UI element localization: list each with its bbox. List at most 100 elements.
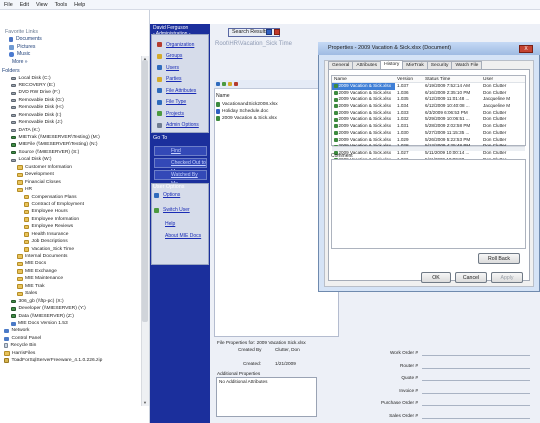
tree-item[interactable]: Employee Hours (0, 208, 149, 215)
tree-item[interactable]: Job Descriptions (0, 238, 149, 245)
scroll-up-icon[interactable]: ▲ (142, 56, 148, 62)
favorite-link[interactable]: Documents (0, 36, 149, 44)
menu-item-file[interactable]: File (4, 2, 13, 8)
more-link[interactable]: More » (0, 59, 149, 66)
file-row[interactable]: 2009 Vacation & Sick.xlsx (216, 115, 277, 121)
tree-item[interactable]: MIETrak (\\MIESERVER\Testing) (M:) (0, 134, 149, 141)
tab-general[interactable]: General (328, 61, 354, 69)
history-column-header[interactable]: Version (395, 76, 423, 82)
order-field-input[interactable] (422, 363, 530, 369)
tree-item[interactable]: MIE Maintenance (0, 275, 149, 282)
history-row[interactable]: 2009 Vacation & Sick.xlsx 1.030 5/27/2009 … (332, 130, 525, 137)
history-column-header[interactable]: Name (332, 76, 395, 82)
tree-item[interactable]: MIE Exchange (0, 268, 149, 275)
tab-watch-file[interactable]: Watch File (451, 61, 483, 69)
tree-item[interactable]: Removable Disk (H:) (0, 104, 149, 111)
favorite-link[interactable]: Music (0, 51, 149, 59)
history-row[interactable]: 2009 Vacation & Sick.xlsx 1.029 5/26/2009 … (332, 137, 525, 144)
tree-item[interactable]: Vacation_Sick Time (0, 246, 149, 253)
user-option[interactable]: Switch User (154, 207, 190, 213)
tree-item[interactable]: Removable Disk (J:) (0, 119, 149, 126)
cancel-button[interactable]: Cancel (455, 272, 487, 283)
tree-item[interactable]: Developer (\\MIESERVER) (Y:) (0, 305, 149, 312)
favorite-link[interactable]: Pictures (0, 44, 149, 52)
tree-item[interactable]: Network (0, 327, 149, 334)
menu-item-edit[interactable]: Edit (20, 2, 29, 8)
menu-item-view[interactable]: View (36, 2, 48, 8)
tree-item[interactable]: Control Panel (0, 335, 149, 342)
order-field-input[interactable] (422, 350, 530, 356)
admin-item[interactable]: Projects (157, 108, 208, 120)
history-row[interactable]: 2009 Vacation & Sick.xlsx 1.037 6/19/2009 … (332, 83, 525, 90)
order-field-input[interactable] (422, 375, 530, 381)
history-list[interactable]: Name Version Status Time User 2009 Vacation… (331, 75, 526, 162)
admin-item[interactable]: Users (157, 62, 208, 74)
tree-item[interactable]: MIE Docs (0, 260, 149, 267)
history-hscrollbar[interactable] (332, 146, 525, 151)
comment-field[interactable] (331, 159, 526, 249)
tab-icon[interactable] (266, 29, 272, 35)
delete-icon[interactable] (234, 82, 238, 86)
rollback-button[interactable]: Roll Back (478, 253, 520, 264)
menu-item-tools[interactable]: Tools (55, 2, 68, 8)
user-option[interactable]: Help (154, 221, 175, 227)
apply-button[interactable]: Apply (491, 272, 523, 283)
tab-history[interactable]: History (380, 60, 404, 69)
goto-item[interactable]: Watched By Me (154, 170, 207, 187)
tree-item[interactable]: Compensation Plans (0, 194, 149, 201)
history-row[interactable]: 2009 Vacation & Sick.xlsx 1.034 6/12/2009 … (332, 103, 525, 110)
admin-item[interactable]: File Type (157, 97, 208, 109)
tab-close-icon[interactable] (274, 29, 280, 35)
tab-attributes[interactable]: Attributes (352, 61, 382, 69)
tree-item[interactable]: MIE Docs Version 1.53 (0, 320, 149, 327)
history-row[interactable]: 2009 Vacation & Sick.xlsx 1.035 6/12/2009 … (332, 96, 525, 103)
history-column-header[interactable]: User (481, 76, 525, 82)
tree-item[interactable]: Internal Documents (0, 253, 149, 260)
tree-item[interactable]: 306_gb (\\ftp-pc) (X:) (0, 298, 149, 305)
folders-heading[interactable]: Folders (0, 68, 149, 75)
scroll-down-icon[interactable]: ▼ (142, 400, 148, 406)
tree-item[interactable]: Local Disk (W:) (0, 156, 149, 163)
tree-item[interactable]: Removable Disk (I:) (0, 112, 149, 119)
tree-item[interactable]: Contract of Employment (0, 201, 149, 208)
tab-security[interactable]: Security (426, 61, 453, 69)
file-row[interactable]: Holiday Schedule.doc (216, 108, 268, 114)
file-row[interactable]: VacationandSick2008.xlsx (216, 101, 278, 107)
history-row[interactable]: 2009 Vacation & Sick.xlsx 1.033 6/3/2009 6… (332, 110, 525, 117)
history-column-header[interactable]: Status Time (423, 76, 481, 82)
user-option[interactable]: Options (154, 192, 180, 198)
tree-item[interactable]: Sales (0, 290, 149, 297)
tree-item[interactable]: HarrisFiles (0, 350, 149, 357)
list-name-header[interactable]: Name (216, 93, 230, 99)
tree-item[interactable]: HR (0, 186, 149, 193)
tree-item[interactable]: ToadForSqlServerFreeware_4.1.0.226.zip (0, 357, 149, 364)
back-icon[interactable] (216, 82, 220, 86)
history-row[interactable]: 2009 Vacation & Sick.xlsx 1.036 6/16/2009 … (332, 90, 525, 97)
goto-item[interactable]: Checked Out to Me (154, 158, 207, 175)
tree-item[interactable]: MIE Trak (0, 283, 149, 290)
admin-item[interactable]: Parties (157, 74, 208, 86)
refresh-icon[interactable] (222, 82, 226, 86)
history-row[interactable]: 2009 Vacation & Sick.xlsx 1.032 5/29/2009 … (332, 116, 525, 123)
tree-item[interactable]: Health Insurance (0, 231, 149, 238)
admin-item[interactable]: Organization (157, 39, 208, 51)
ok-button[interactable]: OK (421, 272, 451, 283)
tree-item[interactable]: Recycle Bin (0, 342, 149, 349)
order-field-input[interactable] (422, 388, 530, 394)
admin-item[interactable]: Admin Options (157, 120, 208, 132)
tree-item[interactable]: MIEFile (\\MIESERVER\Testing) (N:) (0, 141, 149, 148)
admin-item[interactable]: Groups (157, 51, 208, 63)
tree-item[interactable]: Development (0, 171, 149, 178)
tree-item[interactable]: Removable Disk (G:) (0, 97, 149, 104)
tree-item[interactable]: Data (\\MIESERVER) (Z:) (0, 313, 149, 320)
tree-item[interactable]: Financial Closes (0, 179, 149, 186)
order-field-input[interactable] (422, 400, 530, 406)
tree-item[interactable]: Source (\\MIESERVER) (S:) (0, 149, 149, 156)
goto-item[interactable]: Find (154, 146, 207, 156)
dialog-close-button[interactable]: X (519, 45, 533, 53)
tree-item[interactable]: RECOVERY (E:) (0, 82, 149, 89)
tree-item[interactable]: DATA (K:) (0, 127, 149, 134)
tab-mietrak[interactable]: MieTrak (402, 61, 428, 69)
explorer-scroll-thumb[interactable] (142, 60, 148, 322)
tree-item[interactable]: DVD RW Drive (F:) (0, 89, 149, 96)
